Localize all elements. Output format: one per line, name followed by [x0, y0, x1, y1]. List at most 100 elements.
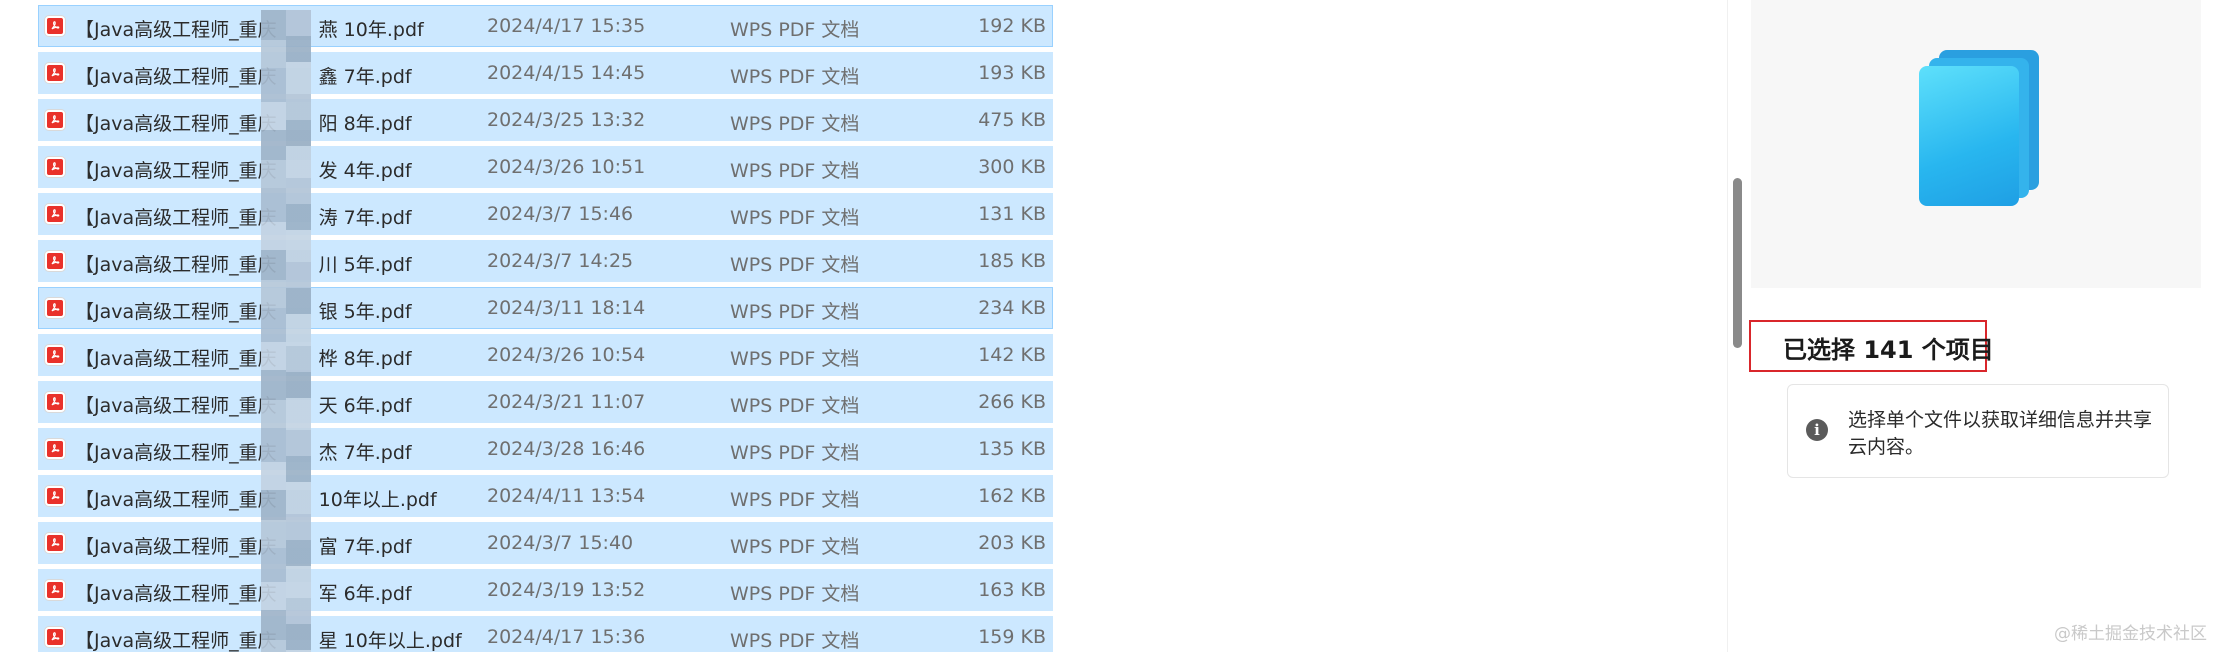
file-row[interactable]: 【Java高级工程师_重庆 银 5年.pdf 2024/3/11 18:14 WPS …	[38, 287, 1053, 329]
pdf-file-icon	[45, 627, 65, 647]
file-row[interactable]: 【Java高级工程师_重庆 富 7年.pdf 2024/3/7 15:40 WPS P…	[38, 522, 1053, 564]
file-type: WPS PDF 文档	[730, 207, 860, 229]
explorer-window: 【Java高级工程师_重庆 燕 10年.pdf 2024/4/17 15:35 WPS…	[0, 0, 2213, 652]
info-message: 选择单个文件以获取详细信息并共享云内容。	[1848, 409, 2153, 458]
file-name: 【Java高级工程师_重庆 10年以上.pdf	[75, 485, 437, 512]
file-row[interactable]: 【Java高级工程师_重庆 桦 8年.pdf 2024/3/26 10:54 WPS …	[38, 334, 1053, 376]
file-list: 【Java高级工程师_重庆 燕 10年.pdf 2024/4/17 15:35 WPS…	[38, 5, 1053, 652]
file-row[interactable]: 【Java高级工程师_重庆 发 4年.pdf 2024/3/26 10:51 WPS …	[38, 146, 1053, 188]
file-name-suffix: 桦 8年.pdf	[318, 348, 412, 370]
file-name-prefix: 【Java高级工程师_重庆	[75, 19, 277, 41]
file-name-prefix: 【Java高级工程师_重庆	[75, 207, 277, 229]
file-name-suffix: 银 5年.pdf	[318, 301, 412, 323]
info-card: i 选择单个文件以获取详细信息并共享云内容。	[1787, 384, 2169, 478]
file-date: 2024/4/15 14:45	[487, 62, 646, 84]
file-name: 【Java高级工程师_重庆 阳 8年.pdf	[75, 109, 412, 136]
file-row[interactable]: 【Java高级工程师_重庆 阳 8年.pdf 2024/3/25 13:32 WPS …	[38, 99, 1053, 141]
file-type: WPS PDF 文档	[730, 160, 860, 182]
details-pane: 已选择 141 个项目 i 选择单个文件以获取详细信息并共享云内容。 @稀土掘金…	[1749, 0, 2213, 652]
file-row[interactable]: 【Java高级工程师_重庆 川 5年.pdf 2024/3/7 14:25 WPS P…	[38, 240, 1053, 282]
file-size: 131 KB	[978, 203, 1046, 225]
file-type: WPS PDF 文档	[730, 66, 860, 88]
file-name-suffix: 军 6年.pdf	[318, 583, 412, 605]
pdf-file-icon	[45, 439, 65, 459]
file-row[interactable]: 【Java高级工程师_重庆 星 10年以上.pdf 2024/4/17 15:36 W…	[38, 616, 1053, 652]
file-date: 2024/4/17 15:35	[487, 15, 646, 37]
file-name: 【Java高级工程师_重庆 杰 7年.pdf	[75, 438, 412, 465]
file-name-prefix: 【Java高级工程师_重庆	[75, 254, 277, 276]
file-size: 185 KB	[978, 250, 1046, 272]
file-date: 2024/3/19 13:52	[487, 579, 646, 601]
preview-area	[1751, 0, 2201, 288]
file-size: 234 KB	[978, 297, 1046, 319]
file-name-suffix: 涛 7年.pdf	[318, 207, 412, 229]
scrollbar-thumb[interactable]	[1733, 178, 1742, 348]
file-size: 159 KB	[978, 626, 1046, 648]
file-row[interactable]: 【Java高级工程师_重庆 燕 10年.pdf 2024/4/17 15:35 WPS…	[38, 5, 1053, 47]
file-row[interactable]: 【Java高级工程师_重庆 杰 7年.pdf 2024/3/28 16:46 WPS …	[38, 428, 1053, 470]
file-type: WPS PDF 文档	[730, 395, 860, 417]
file-date: 2024/3/26 10:51	[487, 156, 646, 178]
pdf-file-icon	[45, 157, 65, 177]
pdf-file-icon	[45, 251, 65, 271]
file-date: 2024/3/26 10:54	[487, 344, 646, 366]
file-size: 193 KB	[978, 62, 1046, 84]
file-name-suffix: 天 6年.pdf	[318, 395, 412, 417]
file-row[interactable]: 【Java高级工程师_重庆 军 6年.pdf 2024/3/19 13:52 WPS …	[38, 569, 1053, 611]
file-name-prefix: 【Java高级工程师_重庆	[75, 630, 277, 652]
file-type: WPS PDF 文档	[730, 19, 860, 41]
redaction-mosaic	[261, 10, 311, 652]
pdf-file-icon	[45, 392, 65, 412]
file-date: 2024/3/28 16:46	[487, 438, 646, 460]
file-type: WPS PDF 文档	[730, 348, 860, 370]
file-name: 【Java高级工程师_重庆 鑫 7年.pdf	[75, 62, 412, 89]
info-icon: i	[1806, 419, 1828, 441]
file-name-suffix: 燕 10年.pdf	[318, 19, 424, 41]
file-name: 【Java高级工程师_重庆 富 7年.pdf	[75, 532, 412, 559]
file-name-suffix: 杰 7年.pdf	[318, 442, 412, 464]
file-date: 2024/3/7 15:40	[487, 532, 634, 554]
file-name-prefix: 【Java高级工程师_重庆	[75, 442, 277, 464]
pdf-file-icon	[45, 580, 65, 600]
file-name-suffix: 10年以上.pdf	[318, 489, 437, 511]
file-name-suffix: 川 5年.pdf	[318, 254, 412, 276]
file-name-suffix: 鑫 7年.pdf	[318, 66, 412, 88]
file-name-prefix: 【Java高级工程师_重庆	[75, 301, 277, 323]
file-name-prefix: 【Java高级工程师_重庆	[75, 66, 277, 88]
file-date: 2024/3/11 18:14	[487, 297, 646, 319]
file-name-prefix: 【Java高级工程师_重庆	[75, 583, 277, 605]
file-name-suffix: 发 4年.pdf	[318, 160, 412, 182]
file-date: 2024/4/11 13:54	[487, 485, 646, 507]
file-name: 【Java高级工程师_重庆 涛 7年.pdf	[75, 203, 412, 230]
pdf-file-icon	[45, 110, 65, 130]
pdf-file-icon	[45, 486, 65, 506]
file-date: 2024/3/7 14:25	[487, 250, 634, 272]
pdf-file-icon	[45, 63, 65, 83]
file-name-prefix: 【Java高级工程师_重庆	[75, 113, 277, 135]
file-name: 【Java高级工程师_重庆 军 6年.pdf	[75, 579, 412, 606]
file-name: 【Java高级工程师_重庆 桦 8年.pdf	[75, 344, 412, 371]
file-row[interactable]: 【Java高级工程师_重庆 天 6年.pdf 2024/3/21 11:07 WPS …	[38, 381, 1053, 423]
file-name: 【Java高级工程师_重庆 燕 10年.pdf	[75, 15, 424, 42]
selected-count-title: 已选择 141 个项目	[1783, 336, 1994, 364]
file-name: 【Java高级工程师_重庆 银 5年.pdf	[75, 297, 412, 324]
file-row[interactable]: 【Java高级工程师_重庆 鑫 7年.pdf 2024/4/15 14:45 WPS …	[38, 52, 1053, 94]
file-name-prefix: 【Java高级工程师_重庆	[75, 348, 277, 370]
file-size: 192 KB	[978, 15, 1046, 37]
pdf-file-icon	[45, 345, 65, 365]
file-date: 2024/3/7 15:46	[487, 203, 634, 225]
file-row[interactable]: 【Java高级工程师_重庆 涛 7年.pdf 2024/3/7 15:46 WPS P…	[38, 193, 1053, 235]
pdf-file-icon	[45, 16, 65, 36]
file-name-prefix: 【Java高级工程师_重庆	[75, 395, 277, 417]
file-date: 2024/3/21 11:07	[487, 391, 646, 413]
file-type: WPS PDF 文档	[730, 254, 860, 276]
file-size: 475 KB	[978, 109, 1046, 131]
file-name-suffix: 富 7年.pdf	[318, 536, 412, 558]
file-name-prefix: 【Java高级工程师_重庆	[75, 489, 277, 511]
file-type: WPS PDF 文档	[730, 583, 860, 605]
file-type: WPS PDF 文档	[730, 442, 860, 464]
file-name-prefix: 【Java高级工程师_重庆	[75, 536, 277, 558]
file-row[interactable]: 【Java高级工程师_重庆 10年以上.pdf 2024/4/11 13:54 WPS…	[38, 475, 1053, 517]
watermark: @稀土掘金技术社区	[2054, 624, 2207, 644]
file-size: 135 KB	[978, 438, 1046, 460]
